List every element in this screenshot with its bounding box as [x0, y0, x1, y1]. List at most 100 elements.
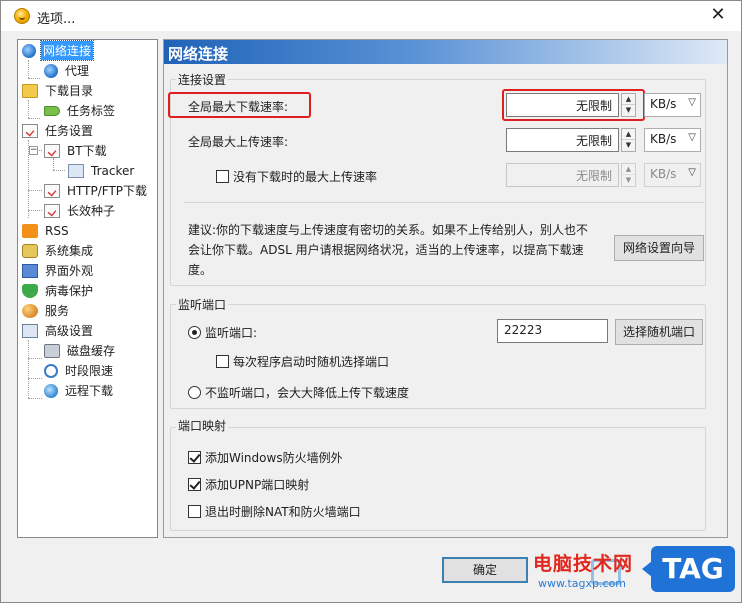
- globe-icon: [22, 43, 36, 58]
- delete-on-exit-checkbox[interactable]: 退出时删除NAT和防火墙端口: [188, 503, 361, 520]
- spin-down-icon: ▼: [625, 176, 632, 184]
- tree-item-task-tags[interactable]: 任务标签: [44, 101, 117, 120]
- tree-item-download-dir[interactable]: 下载目录: [22, 81, 95, 100]
- tree-item-bt[interactable]: BT下载: [44, 141, 109, 160]
- tree-item-label: 病毒保护: [45, 284, 94, 298]
- tree-item-http-ftp[interactable]: HTTP/FTP下载: [44, 181, 149, 200]
- tree-item-rss[interactable]: RSS: [22, 221, 71, 240]
- tree-line: [53, 170, 65, 171]
- checkbox-box[interactable]: [216, 355, 229, 368]
- max-upload-label: 全局最大上传速率:: [188, 135, 289, 149]
- tree-item-label: 长效种子: [67, 204, 116, 218]
- app-logo-icon: [14, 8, 30, 24]
- tree-item-network[interactable]: 网络连接: [22, 40, 95, 61]
- radio-label: 监听端口:: [205, 326, 258, 340]
- checkbox-label: 添加Windows防火墙例外: [205, 451, 343, 465]
- radio-label: 不监听端口，会大大降低上传下载速度: [205, 386, 410, 400]
- bandwidth-hint: 建议:你的下载速度与上传速度有密切的关系。如果不上传给别人，别人也不会让你下载。…: [188, 223, 589, 277]
- rss-icon: [22, 223, 38, 238]
- panel-title: 网络连接: [168, 45, 229, 63]
- tree-line: [28, 60, 29, 78]
- tree-item-integration[interactable]: 系统集成: [22, 241, 95, 260]
- tree-item-proxy[interactable]: 代理: [44, 61, 91, 80]
- task-icon: [22, 123, 38, 138]
- tree-item-label: BT下载: [67, 144, 107, 158]
- max-upload-input[interactable]: 无限制: [506, 128, 619, 152]
- checkbox-box[interactable]: [188, 505, 201, 518]
- chevron-down-icon: ▽: [688, 132, 696, 143]
- checkbox-label: 添加UPNP端口映射: [205, 478, 310, 492]
- unit-label: KB/s: [650, 167, 677, 181]
- listen-port-radio[interactable]: 监听端口:: [188, 324, 257, 341]
- checkbox-box[interactable]: [188, 478, 201, 491]
- settings-icon: [22, 323, 38, 338]
- idle-upload-unit-select: KB/s ▽: [644, 163, 701, 187]
- tree-item-label: 网络连接: [39, 40, 95, 61]
- checkbox-label: 没有下载时的最大上传速率: [233, 170, 378, 184]
- checkbox-label: 每次程序启动时随机选择端口: [233, 355, 390, 369]
- tree-item-long-seed[interactable]: 长效种子: [44, 201, 117, 220]
- annotation-highlight: [502, 89, 645, 121]
- tree-item-label: Tracker: [91, 163, 135, 178]
- divider: [184, 202, 704, 203]
- folder-icon: [22, 83, 38, 98]
- checkbox-box[interactable]: [188, 451, 201, 464]
- watermark-tag-logo: TAG: [642, 546, 735, 592]
- idle-upload-checkbox[interactable]: 没有下载时的最大上传速率: [216, 168, 377, 185]
- options-window: 选项... ✕ − 网络连接 代理 下载目录 任务标签 任务设置 BT下载 Tr…: [0, 0, 742, 603]
- watermark-url: www.tagxp.com: [538, 577, 626, 590]
- shield-icon: [22, 283, 38, 298]
- chevron-down-icon: ▽: [688, 97, 696, 108]
- firewall-exception-checkbox[interactable]: 添加Windows防火墙例外: [188, 449, 343, 466]
- task-icon: [44, 203, 60, 218]
- spin-down-icon[interactable]: ▼: [622, 140, 635, 151]
- remote-icon: [44, 383, 58, 398]
- tree-item-services[interactable]: 服务: [22, 301, 71, 320]
- listen-port-legend: 监听端口: [176, 296, 229, 313]
- max-download-unit-select[interactable]: KB/s ▽: [644, 93, 701, 117]
- upnp-checkbox[interactable]: 添加UPNP端口映射: [188, 476, 309, 493]
- tree-item-tracker[interactable]: Tracker: [68, 161, 136, 180]
- tree-line: [28, 210, 42, 211]
- random-port-button[interactable]: 选择随机端口: [615, 319, 703, 345]
- task-icon: [44, 143, 60, 158]
- spin-up-icon: ▲: [622, 164, 635, 175]
- spin-up-icon[interactable]: ▲: [622, 129, 635, 140]
- radio-dot[interactable]: [188, 326, 201, 339]
- users-icon: [22, 303, 38, 318]
- tree-line: [28, 358, 42, 359]
- tree-item-disk-cache[interactable]: 磁盘缓存: [44, 341, 117, 360]
- tree-item-schedule[interactable]: 时段限速: [44, 361, 115, 380]
- idle-upload-input: 无限制: [506, 163, 619, 187]
- tree-line: [28, 100, 29, 118]
- idle-upload-spinner: ▲ ▼: [621, 163, 636, 187]
- ui-icon: [22, 263, 38, 278]
- random-on-start-checkbox[interactable]: 每次程序启动时随机选择端口: [216, 353, 389, 370]
- collapse-toggle[interactable]: −: [29, 146, 38, 155]
- close-button[interactable]: ✕: [705, 4, 731, 28]
- tree-item-remote[interactable]: 远程下载: [44, 381, 115, 400]
- tree-item-task-settings[interactable]: 任务设置: [22, 121, 95, 140]
- title-bar[interactable]: 选项... ✕: [1, 1, 741, 31]
- tree-line: [28, 78, 40, 79]
- port-mapping-legend: 端口映射: [176, 417, 229, 434]
- tree-item-advanced[interactable]: 高级设置: [22, 321, 95, 340]
- max-upload-spinner[interactable]: ▲ ▼: [621, 128, 636, 152]
- network-wizard-button[interactable]: 网络设置向导: [614, 235, 704, 261]
- tag-icon: [44, 105, 60, 116]
- settings-tree[interactable]: − 网络连接 代理 下载目录 任务标签 任务设置 BT下载 Tracker HT…: [17, 39, 158, 538]
- tree-line: [28, 398, 42, 399]
- max-upload-unit-select[interactable]: KB/s ▽: [644, 128, 701, 152]
- clock-icon: [44, 363, 58, 378]
- chevron-down-icon: ▽: [688, 167, 696, 178]
- no-listen-radio[interactable]: 不监听端口，会大大降低上传下载速度: [188, 384, 409, 401]
- checkbox-box[interactable]: [216, 170, 229, 183]
- tree-item-virus[interactable]: 病毒保护: [22, 281, 95, 300]
- port-input[interactable]: 22223: [497, 319, 608, 343]
- radio-dot[interactable]: [188, 386, 201, 399]
- tree-item-label: 任务标签: [67, 104, 116, 118]
- tree-item-appearance[interactable]: 界面外观: [22, 261, 95, 280]
- globe-icon: [44, 63, 58, 78]
- tree-item-label: 下载目录: [45, 84, 94, 98]
- ok-button[interactable]: 确定: [442, 557, 528, 583]
